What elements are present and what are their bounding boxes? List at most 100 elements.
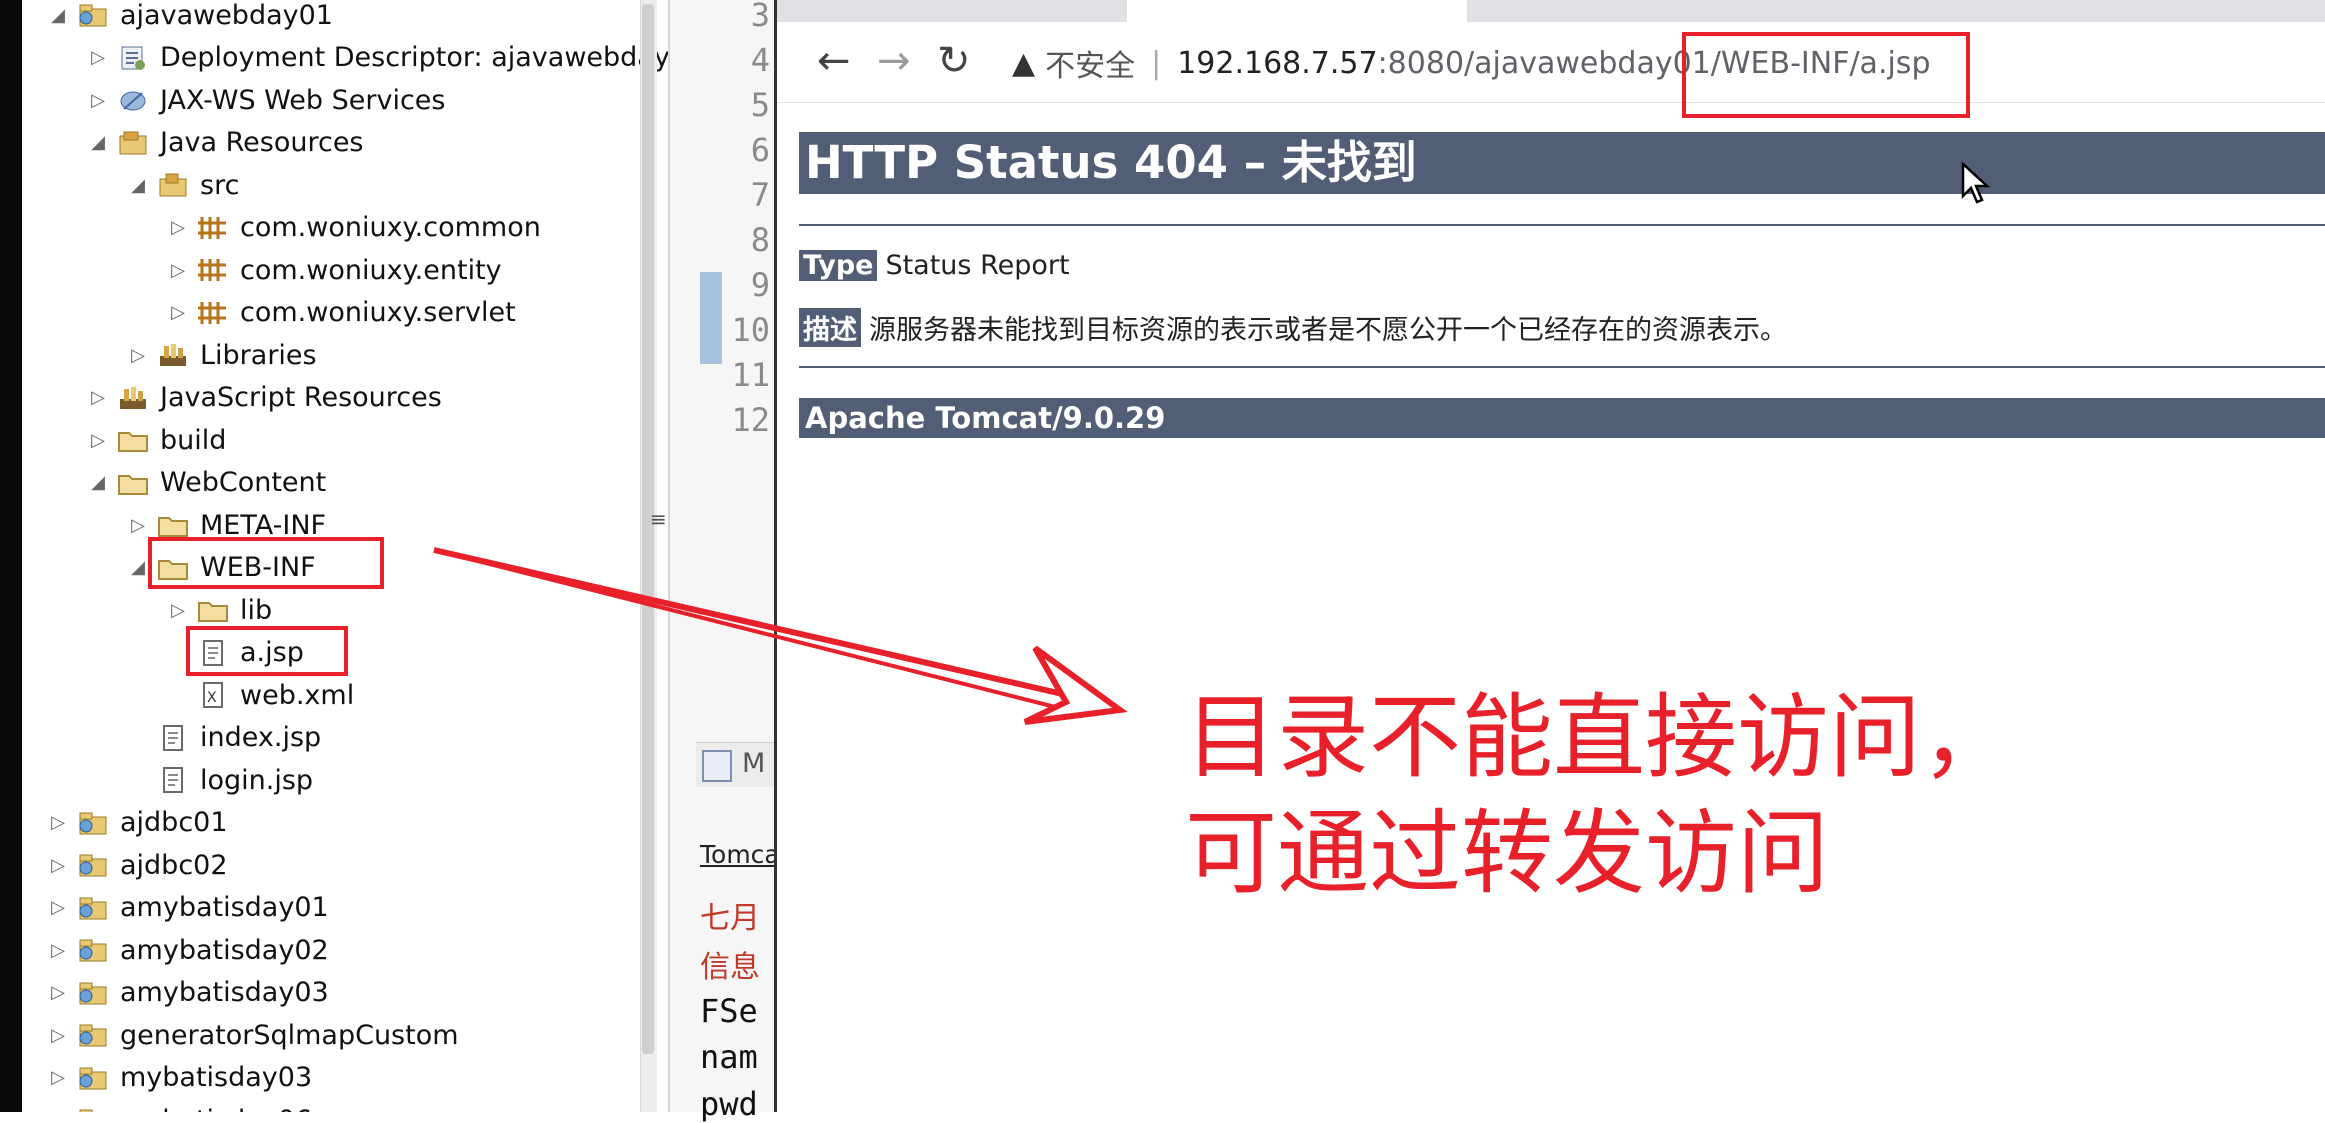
tree-item-label[interactable]: amybatisday02 bbox=[120, 935, 329, 966]
tree-item[interactable]: ▷ JavaScript Resources bbox=[88, 378, 442, 418]
tree-item-label[interactable]: build bbox=[160, 425, 226, 456]
tree-item[interactable]: ▷ build bbox=[88, 420, 226, 460]
collapsed-arrow-icon[interactable]: ▷ bbox=[128, 515, 148, 536]
line-number: 3 bbox=[750, 0, 770, 34]
tree-item-label[interactable]: amybatisday03 bbox=[120, 977, 329, 1008]
tree-item-label[interactable]: com.woniuxy.entity bbox=[240, 255, 502, 286]
tree-item[interactable]: ▷ amybatisday01 bbox=[48, 888, 329, 928]
tree-item[interactable]: ▷ com.woniuxy.servlet bbox=[168, 293, 516, 333]
tree-item[interactable]: Xweb.xml bbox=[168, 675, 354, 715]
console-line: nam bbox=[700, 1038, 758, 1076]
tree-item-label[interactable]: lib bbox=[240, 595, 272, 626]
collapsed-arrow-icon[interactable]: ▷ bbox=[88, 430, 108, 451]
web-project-icon bbox=[76, 978, 110, 1008]
browser-tab-active[interactable] bbox=[1127, 0, 1467, 22]
tree-item-label[interactable]: com.woniuxy.common bbox=[240, 212, 541, 243]
folder-icon bbox=[196, 595, 230, 625]
tree-item[interactable]: ▷ lib bbox=[168, 590, 272, 630]
collapsed-arrow-icon[interactable]: ▷ bbox=[88, 47, 108, 68]
tree-item-label[interactable]: login.jsp bbox=[200, 765, 313, 796]
tree-item[interactable]: ▷ mybatisday03 bbox=[48, 1058, 312, 1098]
line-number: 11 bbox=[731, 356, 770, 394]
collapsed-arrow-icon[interactable]: ▷ bbox=[88, 90, 108, 111]
collapsed-arrow-icon[interactable]: ▷ bbox=[48, 1025, 68, 1046]
folder-icon bbox=[116, 468, 150, 498]
browser-tab[interactable] bbox=[777, 0, 1127, 22]
warning-triangle-icon[interactable]: ▲ bbox=[1012, 46, 1035, 81]
collapsed-arrow-icon[interactable]: ▷ bbox=[48, 897, 68, 918]
collapsed-arrow-icon[interactable]: ▷ bbox=[48, 812, 68, 833]
package-icon bbox=[196, 255, 230, 285]
line-number: 4 bbox=[750, 41, 770, 79]
tree-item-label[interactable]: ajdbc01 bbox=[120, 807, 228, 838]
deployment-descriptor-icon bbox=[116, 43, 150, 73]
tree-item[interactable]: ▷ Deployment Descriptor: ajavawebday01 bbox=[88, 38, 668, 78]
tree-item-label[interactable]: index.jsp bbox=[200, 722, 321, 753]
collapsed-arrow-icon[interactable]: ▷ bbox=[48, 982, 68, 1003]
collapsed-arrow-icon[interactable]: ▷ bbox=[168, 600, 188, 621]
collapsed-arrow-icon[interactable]: ▷ bbox=[168, 302, 188, 323]
folder-icon bbox=[156, 510, 190, 540]
tree-item-label[interactable]: Deployment Descriptor: ajavawebday01 bbox=[160, 42, 668, 73]
tree-item[interactable]: ▷ JAX-WS Web Services bbox=[88, 80, 445, 120]
tree-item-label[interactable]: src bbox=[200, 170, 239, 201]
tree-item-label[interactable]: ajavawebday01 bbox=[120, 0, 333, 31]
collapsed-arrow-icon[interactable]: ▷ bbox=[48, 1067, 68, 1088]
tree-item-label[interactable]: Libraries bbox=[200, 340, 317, 371]
url-host[interactable]: 192.168.7.57 bbox=[1177, 46, 1377, 81]
collapsed-arrow-icon[interactable]: ▷ bbox=[128, 345, 148, 366]
collapsed-arrow-icon[interactable]: ▷ bbox=[48, 940, 68, 961]
tree-item[interactable]: ▷ amybatisday03 bbox=[48, 973, 329, 1013]
tree-item-label[interactable]: amybatisday01 bbox=[120, 892, 329, 923]
tree-item-label[interactable]: WebContent bbox=[160, 467, 326, 498]
collapsed-arrow-icon[interactable]: ▷ bbox=[168, 260, 188, 281]
package-icon bbox=[196, 298, 230, 328]
tree-item[interactable]: ▷ com.woniuxy.common bbox=[168, 208, 541, 248]
tree-item[interactable]: ▷ ajdbc02 bbox=[48, 845, 228, 885]
tree-item[interactable]: ◢ src bbox=[128, 165, 239, 205]
tree-item-label[interactable]: META-INF bbox=[200, 510, 326, 541]
address-bar[interactable]: ▲ 不安全 | 192.168.7.57:8080/ajavawebday01/… bbox=[1002, 38, 2322, 88]
divider bbox=[799, 366, 2325, 368]
tree-item[interactable]: ◢ ajavawebday01 bbox=[48, 0, 333, 35]
collapsed-arrow-icon[interactable]: ▷ bbox=[88, 387, 108, 408]
tree-item-label[interactable]: com.woniuxy.servlet bbox=[240, 297, 516, 328]
tree-item[interactable]: ▷ ajdbc01 bbox=[48, 803, 228, 843]
tree-item-label[interactable]: web.xml bbox=[240, 680, 354, 711]
expanded-arrow-icon[interactable]: ◢ bbox=[88, 472, 108, 493]
forward-arrow-icon[interactable]: → bbox=[877, 38, 911, 84]
tree-item-label[interactable]: Java Resources bbox=[160, 127, 364, 158]
tree-item[interactable]: ▷mybatisday06 bbox=[48, 1100, 312, 1112]
expanded-arrow-icon[interactable]: ◢ bbox=[128, 557, 148, 578]
console-icon bbox=[702, 750, 732, 782]
expanded-arrow-icon[interactable]: ◢ bbox=[128, 175, 148, 196]
line-number: 12 bbox=[731, 401, 770, 439]
insecure-label[interactable]: 不安全 bbox=[1045, 41, 1135, 85]
tree-item[interactable]: ◢ WebContent bbox=[88, 463, 326, 503]
splitter-grip-icon[interactable]: ≡ bbox=[650, 507, 667, 531]
tree-item[interactable]: ▷ amybatisday02 bbox=[48, 930, 329, 970]
expanded-arrow-icon[interactable]: ◢ bbox=[48, 5, 68, 26]
tree-item-label[interactable]: generatorSqlmapCustom bbox=[120, 1020, 459, 1051]
tree-item[interactable]: ◢ Java Resources bbox=[88, 123, 364, 163]
back-arrow-icon[interactable]: ← bbox=[817, 38, 851, 84]
tree-item[interactable]: index.jsp bbox=[128, 718, 321, 758]
divider bbox=[799, 224, 2325, 226]
browser-tab-strip bbox=[777, 0, 2325, 22]
web-project-icon bbox=[76, 0, 110, 30]
tree-item-label[interactable]: JavaScript Resources bbox=[160, 382, 442, 413]
tree-item[interactable]: ▷ com.woniuxy.entity bbox=[168, 250, 502, 290]
console-tab-label[interactable]: M bbox=[742, 748, 765, 779]
tree-item-label[interactable]: mybatisday06 bbox=[120, 1105, 312, 1113]
browser-tab[interactable] bbox=[1467, 0, 1807, 22]
tree-item-label[interactable]: JAX-WS Web Services bbox=[160, 85, 445, 116]
tree-item[interactable]: login.jsp bbox=[128, 760, 313, 800]
tree-item[interactable]: ▷ Libraries bbox=[128, 335, 317, 375]
tree-item-label[interactable]: ajdbc02 bbox=[120, 850, 228, 881]
collapsed-arrow-icon[interactable]: ▷ bbox=[48, 855, 68, 876]
tree-item-label[interactable]: mybatisday03 bbox=[120, 1062, 312, 1093]
reload-icon[interactable]: ↻ bbox=[937, 38, 971, 84]
tree-item[interactable]: ▷ generatorSqlmapCustom bbox=[48, 1015, 459, 1055]
expanded-arrow-icon[interactable]: ◢ bbox=[88, 132, 108, 153]
collapsed-arrow-icon[interactable]: ▷ bbox=[168, 217, 188, 238]
